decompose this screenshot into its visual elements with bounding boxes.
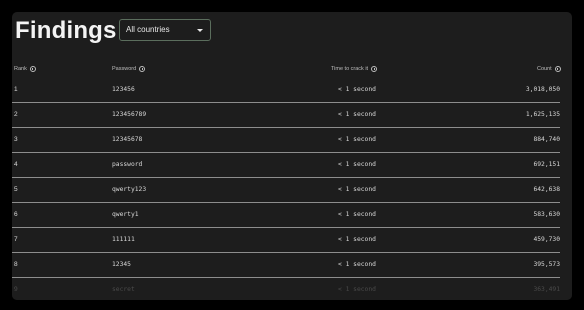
rank-cell: 6	[14, 211, 18, 218]
column-header-time[interactable]: Time to crack it	[331, 66, 378, 72]
count-cell: 583,630	[533, 211, 560, 218]
country-select-value: All countries	[126, 25, 170, 34]
crack-time-cell: < 1 second	[338, 186, 376, 193]
column-header-time-label: Time to crack it	[331, 66, 369, 72]
count-cell: 884,740	[533, 136, 560, 143]
table-row: 2 123456789 < 1 second 1,625,135	[12, 103, 560, 128]
count-cell: 3,018,050	[525, 86, 560, 93]
findings-panel: Findings All countries Rank Password Tim…	[12, 12, 572, 300]
table-row: 4 password < 1 second 692,151	[12, 153, 560, 178]
rank-cell: 4	[14, 161, 18, 168]
password-cell: 123456789	[112, 111, 147, 118]
page-title: Findings	[15, 17, 117, 44]
table-row: 3 12345678 < 1 second 884,740	[12, 128, 560, 153]
rank-cell: 1	[14, 86, 18, 93]
count-cell: 395,573	[533, 261, 560, 268]
password-cell: 12345	[112, 261, 131, 268]
column-header-count-label: Count	[537, 66, 552, 72]
info-icon[interactable]	[554, 66, 561, 72]
table-row: 7 111111 < 1 second 459,730	[12, 228, 560, 253]
rank-cell: 5	[14, 186, 18, 193]
table-row: 6 qwerty1 < 1 second 583,630	[12, 203, 560, 228]
password-cell: qwerty1	[112, 211, 139, 218]
info-icon[interactable]	[371, 66, 378, 72]
rank-cell: 8	[14, 261, 18, 268]
password-cell: 123456	[112, 86, 135, 93]
password-cell: password	[112, 161, 143, 168]
chevron-down-icon	[197, 29, 203, 32]
column-header-count[interactable]: Count	[537, 66, 561, 72]
rank-cell: 3	[14, 136, 18, 143]
info-icon[interactable]	[139, 66, 146, 72]
column-header-password-label: Password	[112, 66, 137, 72]
rank-cell: 7	[14, 236, 18, 243]
crack-time-cell: < 1 second	[338, 261, 376, 268]
crack-time-cell: < 1 second	[338, 236, 376, 243]
count-cell: 692,151	[533, 161, 560, 168]
password-cell: 111111	[112, 236, 135, 243]
column-header-rank[interactable]: Rank	[14, 66, 36, 72]
table-row: 8 12345 < 1 second 395,573	[12, 253, 560, 278]
crack-time-cell: < 1 second	[338, 161, 376, 168]
table-row: 5 qwerty123 < 1 second 642,638	[12, 178, 560, 203]
crack-time-cell: < 1 second	[338, 86, 376, 93]
column-header-password[interactable]: Password	[112, 66, 146, 72]
password-cell: 12345678	[112, 136, 143, 143]
crack-time-cell: < 1 second	[338, 211, 376, 218]
crack-time-cell: < 1 second	[338, 111, 376, 118]
password-cell: qwerty123	[112, 186, 147, 193]
country-select[interactable]: All countries	[119, 19, 211, 41]
count-cell: 459,730	[533, 236, 560, 243]
column-header-rank-label: Rank	[14, 66, 27, 72]
scroll-fade	[12, 280, 572, 300]
count-cell: 642,638	[533, 186, 560, 193]
info-icon[interactable]	[29, 66, 36, 72]
count-cell: 1,625,135	[525, 111, 560, 118]
crack-time-cell: < 1 second	[338, 136, 376, 143]
table-row: 1 123456 < 1 second 3,018,050	[12, 78, 560, 103]
rank-cell: 2	[14, 111, 18, 118]
